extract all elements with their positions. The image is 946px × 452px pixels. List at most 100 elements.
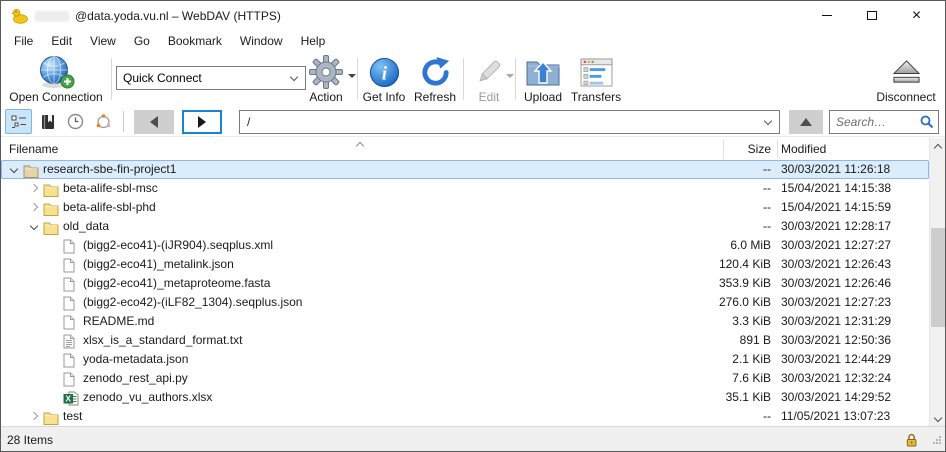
scroll-up-button[interactable] [930,138,946,155]
transfers-button[interactable]: Transfers [567,54,625,104]
file-row[interactable]: old_data -- 30/03/2021 12:28:17 [1,217,929,236]
resize-grip[interactable] [932,434,942,448]
maximize-button[interactable] [849,1,894,30]
menu-edit[interactable]: Edit [42,31,81,51]
edit-button[interactable]: Edit [467,54,511,104]
eject-icon [890,54,923,90]
menu-window[interactable]: Window [231,31,292,51]
menu-bookmark[interactable]: Bookmark [159,31,231,51]
svg-text:X: X [65,394,71,404]
file-row[interactable]: Xzenodo_vu_authors.xlsx 35.1 KiB 30/03/2… [1,388,929,407]
back-button[interactable] [134,110,174,134]
file-row[interactable]: (bigg2-eco42)-(iLF82_1304).seqplus.json … [1,293,929,312]
disconnect-button[interactable]: Disconnect [869,54,943,104]
history-toggle[interactable] [62,109,89,134]
path-combo[interactable]: / [239,110,780,134]
file-row[interactable]: test -- 11/05/2021 13:07:23 [1,407,929,426]
file-size: 3.3 KiB [621,312,771,331]
file-modified: 30/03/2021 12:32:24 [781,369,891,388]
back-arrow-icon [150,116,158,128]
scrollbar-thumb[interactable] [931,228,945,327]
action-dropdown-caret-icon[interactable] [348,74,356,78]
file-name: (bigg2-eco41)_metalink.json [83,257,234,271]
outline-view-toggle[interactable] [5,109,32,134]
vertical-scrollbar[interactable] [929,138,945,427]
toolbar: Open Connection [1,52,945,106]
column-header-modified[interactable]: Modified [781,142,826,156]
forward-arrow-icon [198,116,206,128]
forward-button[interactable] [182,110,222,134]
file-modified: 30/03/2021 12:31:29 [781,312,891,331]
file-name: (bigg2-eco42)-(iLF82_1304).seqplus.json [83,295,302,309]
menu-file[interactable]: File [5,31,42,51]
expander-chevron-icon[interactable] [27,217,43,236]
expander-chevron-icon [47,350,63,369]
file-size: 6.0 MiB [621,236,771,255]
file-name: xlsx_is_a_standard_format.txt [83,333,242,347]
edit-dropdown-caret-icon[interactable] [506,74,514,78]
bookmarks-toggle[interactable] [34,109,61,134]
toolbar-separator [463,58,464,100]
status-bar: 28 Items [1,426,945,451]
refresh-button[interactable]: Refresh [409,54,461,104]
file-type-icon [63,350,83,369]
column-header-filename[interactable]: Filename [9,142,58,156]
item-count: 28 Items [7,433,53,447]
file-modified: 30/03/2021 12:44:29 [781,350,891,369]
column-header-size[interactable]: Size [621,142,771,156]
search-field[interactable] [829,110,939,134]
open-connection-button[interactable]: Open Connection [3,54,109,104]
file-row[interactable]: beta-alife-sbl-phd -- 15/04/2021 14:15:5… [1,198,929,217]
file-row[interactable]: zenodo_rest_api.py 7.6 KiB 30/03/2021 12… [1,369,929,388]
quick-connect-input[interactable] [117,71,291,85]
file-row[interactable]: (bigg2-eco41)-(iJR904).seqplus.xml 6.0 M… [1,236,929,255]
expander-chevron-icon[interactable] [27,179,43,198]
file-type-icon: X [63,388,83,407]
current-path: / [240,115,765,129]
gear-icon [308,54,344,90]
file-row[interactable]: beta-alife-sbl-msc -- 15/04/2021 14:15:3… [1,179,929,198]
column-divider[interactable] [777,139,778,159]
file-size: 35.1 KiB [621,388,771,407]
menu-bar: File Edit View Go Bookmark Window Help [1,30,945,52]
bonjour-icon [95,113,112,130]
up-directory-button[interactable] [789,110,823,134]
file-type-icon [43,198,63,217]
get-info-button[interactable]: i Get Info [361,54,407,104]
upload-button[interactable]: Upload [519,54,567,104]
column-divider[interactable] [723,139,724,159]
expander-chevron-icon [47,236,63,255]
file-type-icon [63,293,83,312]
chevron-down-icon [764,116,772,124]
file-size: 7.6 KiB [621,369,771,388]
expander-chevron-icon[interactable] [7,160,23,179]
scroll-down-button[interactable] [930,410,946,427]
menu-go[interactable]: Go [125,31,159,51]
expander-chevron-icon [47,369,63,388]
close-button[interactable]: × [894,1,939,30]
file-row[interactable]: (bigg2-eco41)_metaproteome.fasta 353.9 K… [1,274,929,293]
bonjour-toggle[interactable] [90,109,117,134]
menu-view[interactable]: View [81,31,125,51]
file-row[interactable]: README.md 3.3 KiB 30/03/2021 12:31:29 [1,312,929,331]
title-bar[interactable]: @data.yoda.vu.nl – WebDAV (HTTPS) × [1,1,945,30]
toolbar-separator [515,58,516,100]
file-row[interactable]: yoda-metadata.json 2.1 KiB 30/03/2021 12… [1,350,929,369]
file-modified: 15/04/2021 14:15:59 [781,198,891,217]
quick-connect-combo[interactable] [116,66,306,90]
file-name: zenodo_rest_api.py [83,371,188,385]
file-row[interactable]: research-sbe-fin-project1 -- 30/03/2021 … [1,160,929,179]
file-modified: 30/03/2021 12:50:36 [781,331,891,350]
expander-chevron-icon[interactable] [27,407,43,426]
menu-help[interactable]: Help [292,31,335,51]
window-controls: × [804,1,939,30]
file-row[interactable]: (bigg2-eco41)_metalink.json 120.4 KiB 30… [1,255,929,274]
search-input[interactable] [830,115,920,129]
expander-chevron-icon[interactable] [27,198,43,217]
disconnect-label: Disconnect [876,90,935,104]
file-row[interactable]: xlsx_is_a_standard_format.txt 891 B 30/0… [1,331,929,350]
action-button[interactable]: Action [297,54,355,104]
minimize-button[interactable] [804,1,849,30]
svg-text:i: i [381,63,387,84]
search-icon [920,115,938,129]
